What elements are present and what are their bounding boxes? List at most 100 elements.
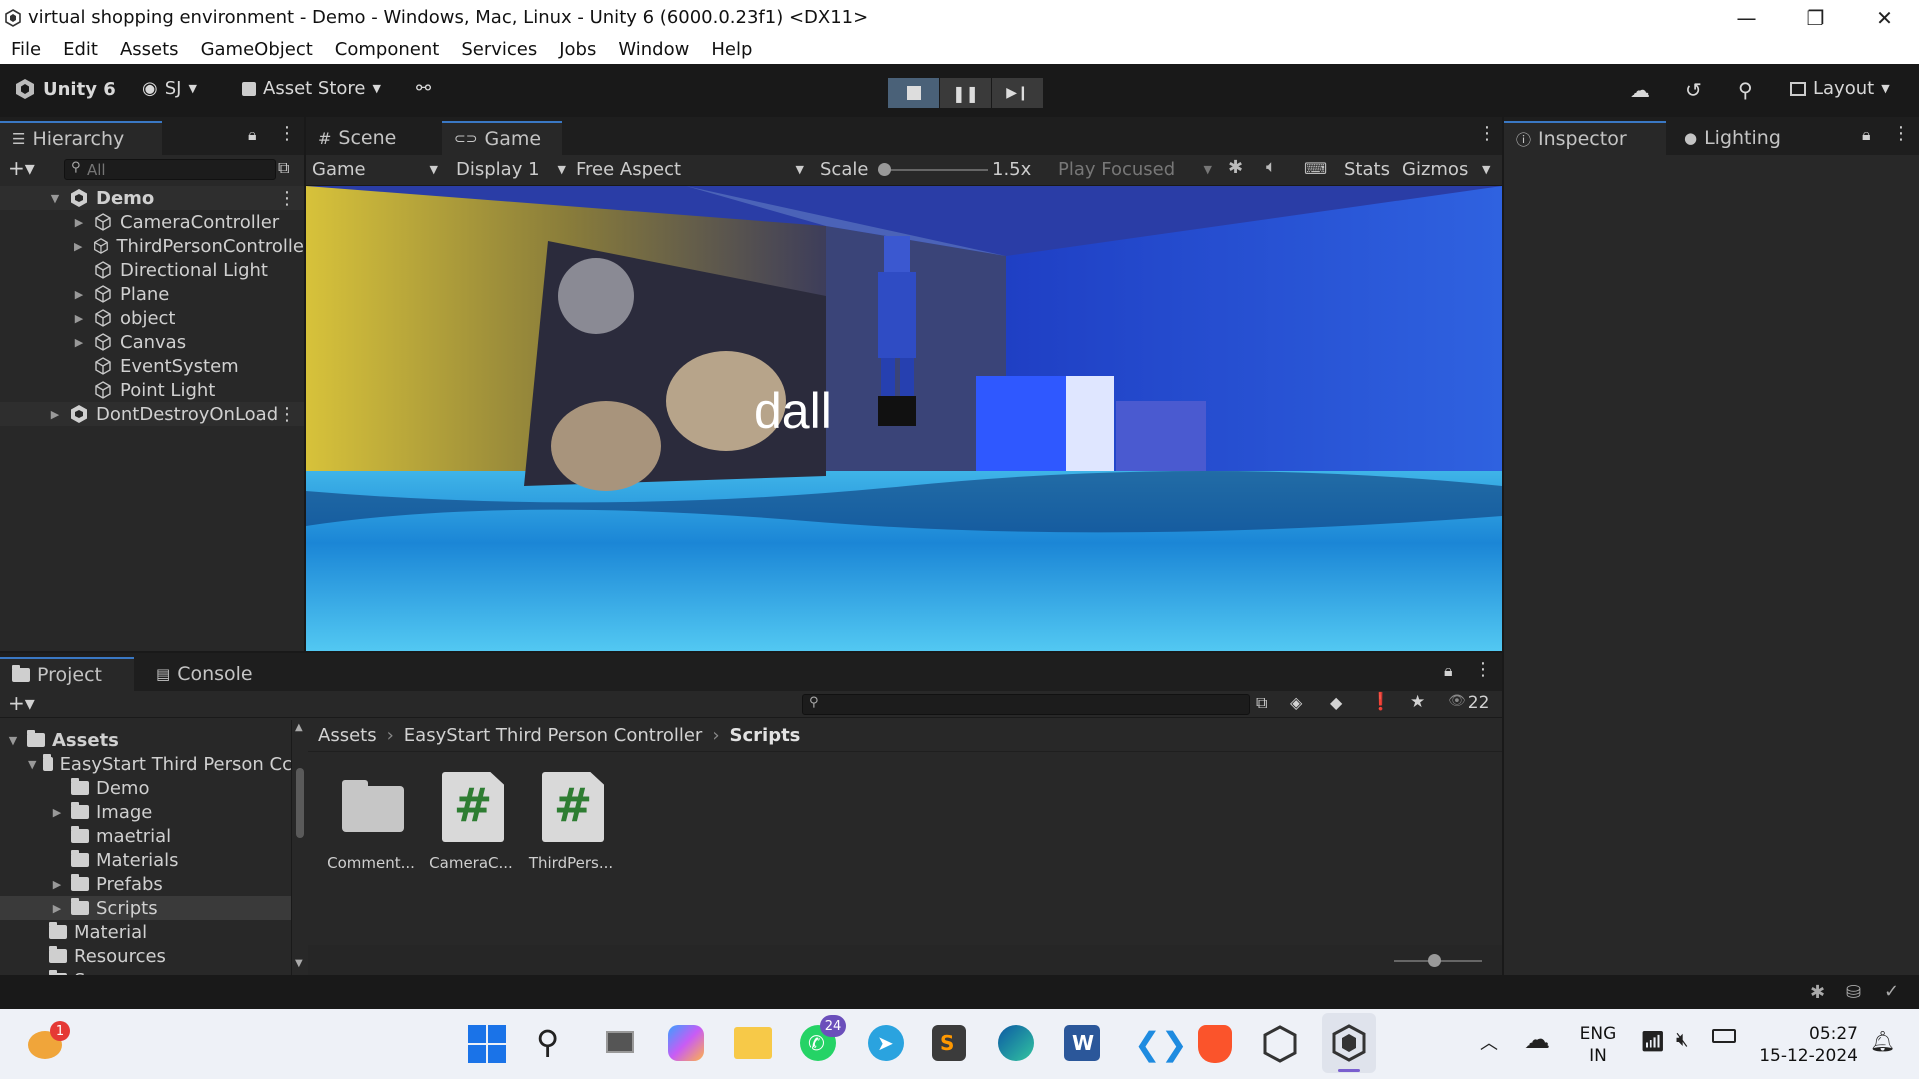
- battery-icon[interactable]: [1712, 1029, 1736, 1043]
- wifi-icon[interactable]: 📶︎: [1640, 1029, 1665, 1053]
- asset-tile[interactable]: Comment...: [326, 772, 416, 882]
- menu-jobs[interactable]: Jobs: [548, 39, 607, 60]
- tab-lighting[interactable]: ● Lighting: [1672, 121, 1812, 155]
- expand-arrow-right-icon[interactable]: ▶: [72, 312, 86, 325]
- scale-slider[interactable]: [878, 163, 988, 176]
- more-options-icon[interactable]: ⋮: [278, 123, 296, 144]
- expand-arrow-right-icon[interactable]: ▶: [72, 216, 86, 229]
- game-dropdown[interactable]: Game ▼: [312, 156, 444, 183]
- tab-hierarchy[interactable]: ☰ Hierarchy: [0, 121, 162, 155]
- expand-arrow-right-icon[interactable]: ▶: [72, 336, 86, 349]
- hierarchy-item[interactable]: Point Light: [0, 378, 304, 402]
- pause-button[interactable]: ❚❚: [940, 78, 991, 108]
- layout-dropdown[interactable]: Layout ▼: [1790, 78, 1890, 99]
- add-object-button[interactable]: +▾: [8, 156, 35, 180]
- close-button[interactable]: ✕: [1850, 0, 1919, 35]
- expand-arrow-right-icon[interactable]: ▶: [50, 806, 64, 819]
- task-view-button[interactable]: [602, 1027, 636, 1057]
- icon-size-slider[interactable]: [1394, 954, 1482, 967]
- menu-assets[interactable]: Assets: [109, 39, 190, 60]
- copilot-app[interactable]: [668, 1025, 704, 1061]
- unity-editor-app[interactable]: [1322, 1013, 1376, 1073]
- file-explorer-app[interactable]: [734, 1027, 772, 1059]
- asset-tile[interactable]: # CameraC...: [426, 772, 516, 882]
- expand-arrow-right-icon[interactable]: ▶: [50, 878, 64, 891]
- hierarchy-search-field[interactable]: ⚲: [64, 159, 276, 180]
- expand-arrow-right-icon[interactable]: ▶: [48, 408, 62, 421]
- menu-file[interactable]: File: [0, 39, 52, 60]
- project-folder-item[interactable]: ▶ Image: [0, 800, 291, 824]
- project-folder-item[interactable]: Material: [0, 920, 291, 944]
- sublime-text-app[interactable]: S: [932, 1025, 966, 1061]
- more-options-icon[interactable]: ⋮: [278, 188, 296, 209]
- display-dropdown[interactable]: Display 1 ▼: [456, 156, 570, 183]
- expand-arrow-right-icon[interactable]: ▶: [50, 902, 64, 915]
- asset-store-dropdown[interactable]: Asset Store ▼: [242, 78, 381, 99]
- menu-help[interactable]: Help: [700, 39, 763, 60]
- filter-type-icon[interactable]: ◈: [1290, 693, 1302, 712]
- tab-project[interactable]: Project: [0, 657, 134, 691]
- expand-arrow-down-icon[interactable]: ▼: [6, 734, 20, 747]
- unity-version-button[interactable]: Unity 6: [14, 78, 116, 100]
- expand-arrow-down-icon[interactable]: ▼: [28, 758, 36, 771]
- start-button[interactable]: [468, 1025, 506, 1063]
- icon-size-slider-handle[interactable]: [1428, 954, 1441, 967]
- telegram-app[interactable]: ➤: [868, 1025, 904, 1061]
- play-mode-dropdown[interactable]: Play Focused ▼: [1058, 156, 1216, 183]
- breadcrumb-easystart[interactable]: EasyStart Third Person Controller: [404, 725, 703, 746]
- expand-arrow-right-icon[interactable]: ▶: [72, 288, 86, 301]
- whatsapp-app[interactable]: ✆ 24: [800, 1015, 846, 1061]
- check-icon[interactable]: ✓: [1884, 981, 1899, 1002]
- tab-scene[interactable]: # Scene: [306, 121, 436, 155]
- hierarchy-item[interactable]: ▶ Canvas: [0, 330, 304, 354]
- expand-arrow-right-icon[interactable]: ▶: [72, 240, 85, 253]
- more-options-icon[interactable]: ⋮: [1474, 659, 1492, 680]
- debug-icon[interactable]: ✱: [1810, 982, 1825, 1003]
- unity-hub-app[interactable]: [1262, 1025, 1298, 1063]
- account-dropdown[interactable]: ◉ SJ ▼: [142, 78, 197, 99]
- lock-icon[interactable]: 🔒︎: [1862, 125, 1871, 145]
- volume-muted-icon[interactable]: 🔇︎: [1676, 1027, 1689, 1051]
- show-hidden-icons-button[interactable]: ︿: [1480, 1029, 1498, 1055]
- game-viewport[interactable]: dall: [306, 186, 1502, 651]
- audio-icon[interactable]: 🔈︎: [1266, 157, 1276, 177]
- hidden-packages-toggle[interactable]: 👁︎ 22: [1448, 693, 1489, 713]
- scale-slider-handle[interactable]: [878, 163, 891, 176]
- tab-inspector[interactable]: ⓘ Inspector: [1504, 121, 1666, 155]
- project-folder-item[interactable]: Materials: [0, 848, 291, 872]
- hierarchy-item[interactable]: ▼ Demo ⋮: [0, 186, 304, 210]
- bug-icon[interactable]: ✱: [1228, 157, 1243, 178]
- hierarchy-item[interactable]: ▶ Plane: [0, 282, 304, 306]
- history-button[interactable]: ↺: [1685, 78, 1702, 102]
- weather-widget[interactable]: 1: [28, 1021, 70, 1063]
- search-button[interactable]: ⚲: [1738, 78, 1753, 102]
- more-options-icon[interactable]: ⋮: [1892, 123, 1910, 144]
- hierarchy-item[interactable]: ▶ DontDestroyOnLoad ⋮: [0, 402, 304, 426]
- project-tree-scrollbar[interactable]: ▲ ▼: [294, 720, 306, 975]
- hierarchy-item[interactable]: ▶ CameraController: [0, 210, 304, 234]
- breadcrumb-scripts[interactable]: Scripts: [730, 725, 801, 746]
- project-folder-item[interactable]: ▶ Scripts: [0, 896, 291, 920]
- edge-app[interactable]: [998, 1025, 1034, 1061]
- search-options-icon[interactable]: ⧉: [1256, 693, 1267, 713]
- expand-arrow-down-icon[interactable]: ▼: [48, 192, 62, 205]
- clock[interactable]: 05:27 15-12-2024: [1756, 1023, 1858, 1067]
- chevron-down-icon[interactable]: ▼: [1482, 163, 1490, 176]
- breadcrumb-assets[interactable]: Assets: [318, 725, 377, 746]
- hierarchy-item[interactable]: Directional Light: [0, 258, 304, 282]
- version-control-button[interactable]: ⚯: [416, 78, 431, 99]
- step-button[interactable]: ▶❙: [992, 78, 1043, 108]
- keyboard-icon[interactable]: ⌨: [1304, 159, 1327, 178]
- filter-label-icon[interactable]: ◆: [1330, 693, 1342, 712]
- menu-component[interactable]: Component: [324, 39, 451, 60]
- warning-filter-icon[interactable]: ❗: [1370, 692, 1391, 712]
- cache-server-icon[interactable]: ⛁: [1846, 982, 1861, 1003]
- lock-icon[interactable]: 🔒︎: [248, 125, 257, 145]
- vscode-app[interactable]: ❮❯: [1130, 1025, 1188, 1063]
- more-options-icon[interactable]: ⋮: [278, 404, 296, 425]
- menu-edit[interactable]: Edit: [52, 39, 109, 60]
- hierarchy-item[interactable]: EventSystem: [0, 354, 304, 378]
- tab-game[interactable]: ⊂⊃ Game: [442, 121, 562, 155]
- search-options-icon[interactable]: ⧉: [278, 158, 289, 178]
- asset-tile[interactable]: # ThirdPers...: [526, 772, 616, 882]
